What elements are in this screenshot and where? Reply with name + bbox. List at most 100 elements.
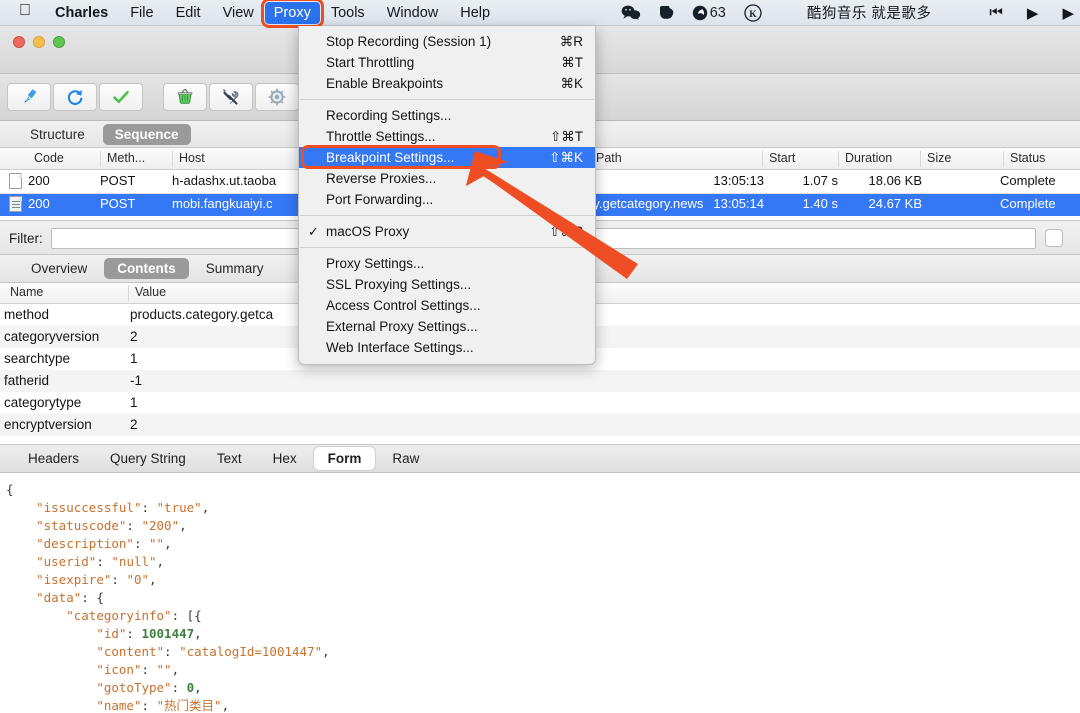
column-header-start[interactable]: Start (762, 151, 824, 167)
json-token: , (194, 680, 202, 695)
json-body-viewer[interactable]: { "issuccessful": "true", "statuscode": … (0, 473, 1080, 713)
menu-label: Help (448, 4, 490, 21)
menu-separator (300, 215, 594, 216)
column-header-status[interactable]: Status (1003, 151, 1080, 167)
json-token: "statuscode" (36, 518, 127, 533)
column-header-meth[interactable]: Meth... (100, 151, 170, 167)
circle-k-icon[interactable]: K (735, 3, 771, 22)
cell-method: POST (100, 196, 136, 211)
now-playing-label: 酷狗音乐 就是歌多 (806, 6, 932, 22)
json-token: "200" (141, 518, 180, 533)
tools-button[interactable] (209, 83, 253, 111)
tab-raw[interactable]: Raw (378, 447, 433, 470)
tab-structure[interactable]: Structure (18, 124, 97, 145)
tab-text[interactable]: Text (203, 447, 256, 470)
column-header-size[interactable]: Size (920, 151, 990, 167)
next-track-icon[interactable]: ▶ (1050, 4, 1080, 22)
param-name: fatherid (4, 373, 50, 388)
tab-contents[interactable]: Contents (104, 258, 189, 279)
cell-path: ry.getcategory.news (589, 196, 704, 211)
menu-item-port-forwarding[interactable]: Port Forwarding... (299, 189, 595, 210)
tab-hex[interactable]: Hex (259, 447, 311, 470)
menu-proxy[interactable]: Proxy (260, 0, 324, 28)
menu-item-breakpoint-settings[interactable]: Breakpoint Settings... ⇧⌘K (299, 145, 595, 169)
settings-gear-button[interactable] (255, 83, 299, 111)
json-token: "description" (36, 536, 134, 551)
menu-item-stop-recording-session-1[interactable]: Stop Recording (Session 1) ⌘R (299, 31, 595, 52)
json-token: , (156, 554, 165, 569)
json-token: "热门类目" (156, 698, 222, 713)
menu-item-external-proxy-settings[interactable]: External Proxy Settings... (299, 316, 595, 337)
menu-item-ssl-proxying-settings[interactable]: SSL Proxying Settings... (299, 274, 595, 295)
menu-item-web-interface-settings[interactable]: Web Interface Settings... (299, 337, 595, 358)
filter-checkbox[interactable] (1044, 229, 1063, 247)
list-item[interactable]: fatherid -1 (0, 370, 1080, 392)
json-token: : (111, 572, 127, 587)
json-token: "" (156, 662, 172, 677)
menu-file[interactable]: File (119, 0, 164, 26)
pen-marker-button[interactable] (7, 83, 51, 111)
menu-tools[interactable]: Tools (320, 0, 376, 26)
tab-overview[interactable]: Overview (18, 258, 100, 279)
tab-headers[interactable]: Headers (14, 447, 93, 470)
cell-code: 200 (28, 196, 50, 211)
tab-form[interactable]: Form (313, 447, 376, 470)
menu-separator (300, 99, 594, 100)
tab-query-string[interactable]: Query String (96, 447, 200, 470)
cell-start: 13:05:14 (713, 196, 764, 211)
menu-charles[interactable]: Charles (44, 0, 119, 26)
column-header-duration[interactable]: Duration (838, 151, 916, 167)
menu-label: Window (374, 4, 439, 21)
menu-view[interactable]: View (212, 0, 265, 26)
nv-column-name[interactable]: Name (4, 285, 43, 301)
checkmark-button[interactable] (99, 83, 143, 111)
previous-track-icon[interactable]: ⏮ (977, 4, 1015, 21)
filter-label: Filter: (9, 230, 43, 246)
json-token: "0" (126, 572, 150, 587)
milk-jug-icon[interactable] (650, 4, 683, 21)
menu-item-label: Proxy Settings... (326, 256, 425, 271)
wechat-icon[interactable] (612, 5, 650, 20)
param-name: encryptversion (4, 417, 92, 432)
menu-help[interactable]: Help (449, 0, 501, 26)
column-header-code[interactable]: Code (28, 151, 98, 167)
json-line: "id": 1001447, (6, 625, 1080, 643)
json-token: 1001447 (141, 626, 195, 641)
cell-host: h-adashx.ut.taoba (172, 173, 277, 188)
json-token: , (164, 536, 172, 551)
menu-item-enable-breakpoints[interactable]: Enable Breakpoints ⌘K (299, 73, 595, 94)
globe-icon[interactable] (683, 5, 710, 21)
menu-item-recording-settings[interactable]: Recording Settings... (299, 105, 595, 126)
json-token: : [{ (171, 608, 202, 623)
menubar-status-icons: 63 K (612, 3, 771, 22)
trash-button[interactable] (163, 83, 207, 111)
list-item[interactable]: categorytype 1 (0, 392, 1080, 414)
json-token: , (149, 572, 157, 587)
tab-summary[interactable]: Summary (193, 258, 277, 279)
json-token: "gotoType" (96, 680, 172, 695)
menu-item-access-control-settings[interactable]: Access Control Settings... (299, 295, 595, 316)
play-icon[interactable]: ▶ (1015, 4, 1051, 22)
json-token: : (164, 644, 180, 659)
column-header-path[interactable]: Path (589, 151, 759, 167)
reload-button[interactable] (53, 83, 97, 111)
menu-item-proxy-settings[interactable]: Proxy Settings... (299, 253, 595, 274)
json-line: "data": { (6, 589, 1080, 607)
json-line: "statuscode": "200", (6, 517, 1080, 535)
tab-sequence[interactable]: Sequence (102, 123, 191, 145)
menu-item-macos-proxy[interactable]: ✓ macOS Proxy ⇧⌘P (299, 221, 595, 242)
menu-window[interactable]: Window (376, 0, 450, 26)
menu-item-reverse-proxies[interactable]: Reverse Proxies... (299, 168, 595, 189)
apple-icon[interactable]:  (0, 0, 44, 26)
cell-duration: 1.40 s (802, 196, 838, 211)
nv-column-value[interactable]: Value (128, 285, 166, 301)
cell-size: 18.06 KB (868, 173, 923, 188)
menu-edit[interactable]: Edit (165, 0, 212, 26)
cell-host: mobi.fangkuaiyi.c (172, 196, 273, 211)
menu-item-start-throttling[interactable]: Start Throttling ⌘T (299, 52, 595, 73)
menu-item-throttle-settings[interactable]: Throttle Settings... ⇧⌘T (299, 126, 595, 147)
list-item[interactable]: encryptversion 2 (0, 414, 1080, 436)
json-token: : (141, 698, 157, 713)
